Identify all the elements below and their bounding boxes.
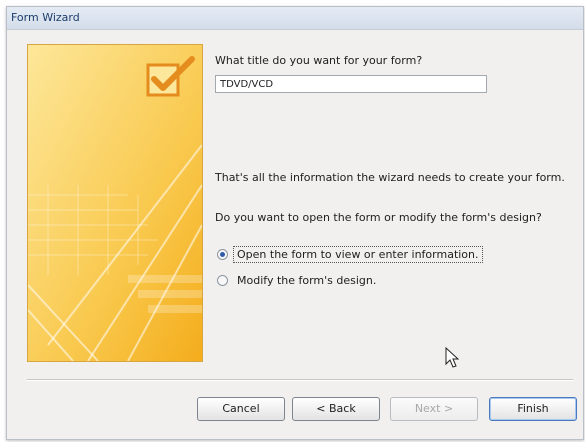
open-or-modify-question: Do you want to open the form or modify t…	[215, 211, 542, 224]
info-text: That's all the information the wizard ne…	[215, 171, 565, 184]
mouse-cursor-icon	[445, 346, 460, 372]
wizard-illustration	[27, 44, 203, 362]
back-button[interactable]: < Back	[292, 397, 380, 421]
title-prompt: What title do you want for your form?	[215, 54, 423, 67]
option-modify-design-label[interactable]: Modify the form's design.	[235, 274, 378, 287]
finish-button[interactable]: Finish	[489, 397, 577, 421]
title-bar: Form Wizard	[7, 7, 583, 30]
radio-open-form[interactable]	[217, 249, 228, 260]
option-open-form-label[interactable]: Open the form to view or enter informati…	[233, 246, 483, 263]
radio-modify-design[interactable]	[217, 275, 228, 286]
form-wizard-dialog: Form Wizard What title do you want for y…	[6, 6, 584, 440]
form-title-input[interactable]	[215, 75, 487, 93]
cancel-button[interactable]: Cancel	[197, 397, 285, 421]
button-separator	[27, 379, 573, 381]
window-title: Form Wizard	[11, 11, 80, 24]
checkmark-icon	[144, 55, 196, 99]
next-button[interactable]: Next >	[390, 397, 478, 421]
